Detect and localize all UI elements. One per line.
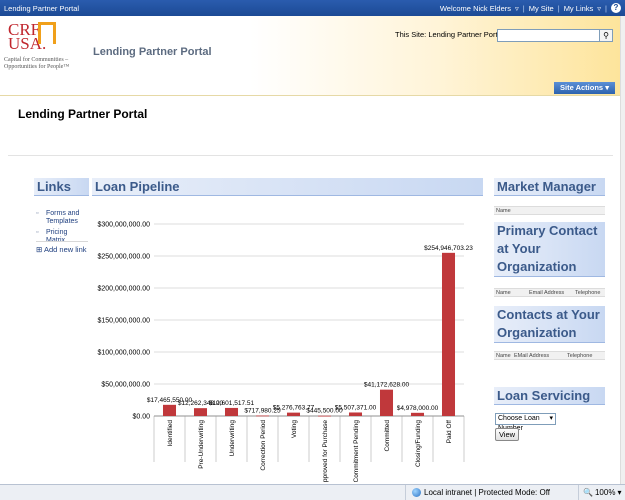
search-icon[interactable]: ⚲ (599, 30, 612, 41)
chevron-down-icon[interactable]: ▾ (617, 488, 621, 497)
x-tick-label: Closing/Funding (415, 420, 422, 467)
logo-tagline: Capital for Communities – Opportunities … (4, 57, 70, 70)
x-tick-label: Correction Period (260, 420, 267, 471)
loan-servicing-header[interactable]: Loan Servicing (494, 387, 605, 405)
x-tick-label: Paid Off (446, 420, 453, 444)
x-tick-label: Commitment Pending (353, 420, 360, 482)
welcome-menu[interactable]: Welcome Nick Elders (440, 4, 511, 13)
loan-pipeline-header[interactable]: Loan Pipeline (92, 178, 483, 196)
y-tick-label: $150,000,000.00 (97, 318, 150, 325)
market-manager-columns: Name (494, 206, 605, 215)
status-bar: Local intranet | Protected Mode: Off 🔍 1… (0, 484, 625, 500)
column-header-name[interactable]: Name (496, 207, 511, 215)
dropdown-arrow-icon: ▾ (549, 415, 553, 422)
site-actions-button[interactable]: Site Actions ▾ (554, 82, 615, 94)
zoom-control[interactable]: 🔍 100% ▾ (583, 488, 621, 497)
column-header-telephone[interactable]: Telephone (567, 352, 592, 360)
loan-pipeline-chart: $0.00 $50,000,000.00 $100,000,000.00 $150,0… (97, 222, 473, 483)
loan-number-select[interactable]: Choose Loan Number ▾ (495, 413, 556, 432)
divider: | (522, 3, 525, 13)
column-header-name[interactable]: Name (496, 352, 511, 360)
x-tick-label: Pre-Underwriting (198, 420, 205, 469)
data-label: $4,978,000.00 (397, 405, 439, 412)
x-tick-label: Underwriting (229, 420, 236, 457)
site-actions-label: Site Actions (560, 83, 604, 92)
zoom-icon: 🔍 (583, 488, 593, 497)
chart-bar (441, 252, 456, 416)
column-header-email[interactable]: EMail Address (514, 352, 549, 360)
primary-contact-header[interactable]: Primary Contact at Your Organization (494, 222, 605, 277)
divider (36, 241, 88, 242)
zoom-level: 100% (594, 488, 616, 497)
links-header[interactable]: Links (34, 178, 89, 196)
column-header-email[interactable]: Email Address (529, 289, 564, 297)
data-label: $254,946,703.23 (424, 245, 473, 252)
column-header-telephone[interactable]: Telephone (575, 289, 600, 297)
add-new-link[interactable]: ⊞ Add new link (36, 245, 88, 254)
market-manager-header[interactable]: Market Manager (494, 178, 605, 196)
x-tick-label: Approved for Purchase (322, 420, 329, 482)
chart-bar (255, 415, 270, 417)
y-tick-label: $100,000,000.00 (97, 350, 150, 357)
chart-bar (224, 407, 239, 416)
page-title: Lending Partner Portal (18, 107, 148, 121)
door-icon (38, 22, 56, 44)
chevron-down-icon[interactable]: ▿ (597, 4, 601, 13)
vertical-scrollbar[interactable] (620, 16, 625, 484)
global-nav-bar: Lending Partner Portal Welcome Nick Elde… (0, 0, 625, 16)
divider: | (605, 3, 607, 13)
my-links-menu[interactable]: My Links (564, 4, 594, 13)
chart-bar (379, 389, 394, 416)
site-header: CRF USA. Capital for Communities – Oppor… (0, 16, 625, 96)
view-button[interactable]: View (495, 428, 519, 441)
site-title[interactable]: Lending Partner Portal (93, 46, 212, 58)
data-label: $41,172,628.00 (364, 382, 410, 389)
divider (405, 485, 406, 500)
divider (8, 155, 613, 156)
y-tick-label: $300,000,000.00 (97, 222, 150, 229)
chart-bar (162, 404, 177, 416)
divider: | (557, 3, 560, 13)
contacts-header[interactable]: Contacts at Your Organization (494, 306, 605, 343)
x-tick-label: Identified (167, 420, 174, 447)
y-tick-label: $0.00 (132, 414, 150, 421)
data-label: $12,601,517.51 (209, 400, 255, 407)
my-site-link[interactable]: My Site (529, 4, 554, 13)
chart-bar (317, 415, 332, 417)
list-item[interactable]: Forms and Templates (36, 210, 88, 226)
contacts-columns: Name EMail Address Telephone (494, 351, 605, 360)
add-new-link-label: Add new link (43, 245, 87, 254)
security-zone[interactable]: Local intranet | Protected Mode: Off (412, 488, 550, 497)
chart-bar (348, 412, 363, 416)
search-input[interactable]: ⚲ (497, 29, 613, 42)
y-tick-label: $250,000,000.00 (97, 254, 150, 261)
x-tick-label: Committed (384, 420, 391, 452)
site-name-link[interactable]: Lending Partner Portal (4, 4, 79, 13)
x-tick-label: Voting (291, 420, 298, 438)
list-item[interactable]: Pricing Matrix (36, 229, 88, 245)
chart-bar (410, 412, 425, 416)
chevron-down-icon[interactable]: ▿ (515, 4, 519, 13)
search-scope-value: This Site: Lending Partner Port (395, 30, 498, 39)
chart-bar (193, 408, 208, 416)
y-tick-label: $200,000,000.00 (97, 286, 150, 293)
data-label: $5,507,371.00 (335, 404, 377, 411)
globe-icon (412, 488, 421, 497)
primary-contact-columns: Name Email Address Telephone (494, 288, 605, 297)
security-zone-text: Local intranet | Protected Mode: Off (424, 488, 550, 497)
help-icon[interactable]: ? (611, 3, 621, 13)
chart-bar (286, 412, 301, 416)
crf-logo[interactable]: CRF USA. Capital for Communities – Oppor… (4, 21, 94, 92)
divider (578, 485, 579, 500)
links-list: Forms and Templates Pricing Matrix (36, 210, 88, 248)
user-menu-area: Welcome Nick Elders ▿ | My Site | My Lin… (440, 3, 621, 13)
search-scope-select[interactable]: This Site: Lending Partner Port ▼ (395, 30, 508, 39)
column-header-name[interactable]: Name (496, 289, 511, 297)
y-tick-label: $50,000,000.00 (101, 382, 150, 389)
